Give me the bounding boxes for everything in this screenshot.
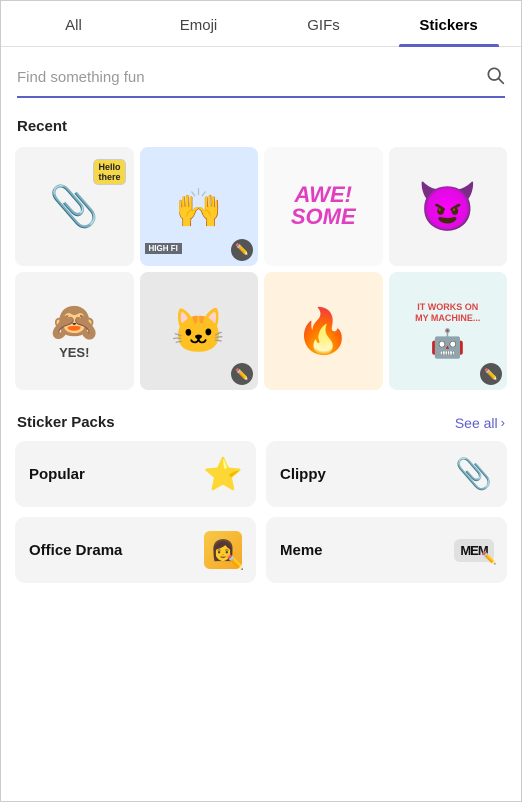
see-all-button[interactable]: See all › bbox=[455, 415, 505, 431]
sticker-hello-there[interactable]: 📎 Hellothere bbox=[15, 147, 134, 266]
tab-stickers[interactable]: Stickers bbox=[386, 1, 511, 46]
pack-clippy-name: Clippy bbox=[280, 466, 326, 483]
pack-clippy-icon: 📎 bbox=[455, 455, 493, 493]
search-icon[interactable] bbox=[485, 65, 505, 90]
chevron-right-icon: › bbox=[501, 415, 505, 430]
sticker-edit-badge: ✏️ bbox=[231, 239, 253, 261]
search-bar bbox=[17, 59, 505, 98]
pack-popular-name: Popular bbox=[29, 466, 85, 483]
sticker-packs-label: Sticker Packs bbox=[17, 414, 115, 431]
pack-office-drama-name: Office Drama bbox=[29, 542, 122, 559]
sticker-fire-face[interactable]: 🔥 bbox=[264, 272, 383, 391]
recent-section-label: Recent bbox=[1, 110, 521, 143]
sticker-monkey[interactable]: 🙈 YES! bbox=[15, 272, 134, 391]
pack-meme-name: Meme bbox=[280, 542, 323, 559]
sticker-devil[interactable]: 😈 bbox=[389, 147, 508, 266]
sticker-edit-badge: ✏️ bbox=[480, 363, 502, 385]
see-all-label: See all bbox=[455, 415, 498, 431]
sticker-high-five[interactable]: 🙌 HIGH FI ✏️ bbox=[140, 147, 259, 266]
packs-grid: Popular ⭐ Clippy 📎 Office Drama 👩 ✏️ Mem… bbox=[1, 441, 521, 603]
pack-clippy[interactable]: Clippy 📎 bbox=[266, 441, 507, 507]
pack-office-drama[interactable]: Office Drama 👩 ✏️ bbox=[15, 517, 256, 583]
sticker-edit-badge: ✏️ bbox=[231, 363, 253, 385]
tab-gifs[interactable]: GIFs bbox=[261, 1, 386, 46]
pack-popular[interactable]: Popular ⭐ bbox=[15, 441, 256, 507]
tab-all[interactable]: All bbox=[11, 1, 136, 46]
packs-header: Sticker Packs See all › bbox=[1, 410, 521, 441]
pack-office-drama-icon: 👩 ✏️ bbox=[204, 531, 242, 569]
sticker-grid: 📎 Hellothere 🙌 HIGH FI ✏️ AWE! SOME 😈 🙈 … bbox=[1, 143, 521, 410]
tab-emoji[interactable]: Emoji bbox=[136, 1, 261, 46]
search-input[interactable] bbox=[17, 69, 485, 86]
sticker-grumpy-cat[interactable]: 🐱 ✏️ bbox=[140, 272, 259, 391]
search-container bbox=[1, 47, 521, 110]
sticker-awesome[interactable]: AWE! SOME bbox=[264, 147, 383, 266]
pack-meme-icon: MEM ✏️ bbox=[455, 531, 493, 569]
sticker-it-works[interactable]: IT WORKS ONMY MACHINE... 🤖 ✏️ bbox=[389, 272, 508, 391]
tab-bar: All Emoji GIFs Stickers bbox=[1, 1, 521, 47]
pack-popular-icon: ⭐ bbox=[204, 455, 242, 493]
pack-meme[interactable]: Meme MEM ✏️ bbox=[266, 517, 507, 583]
